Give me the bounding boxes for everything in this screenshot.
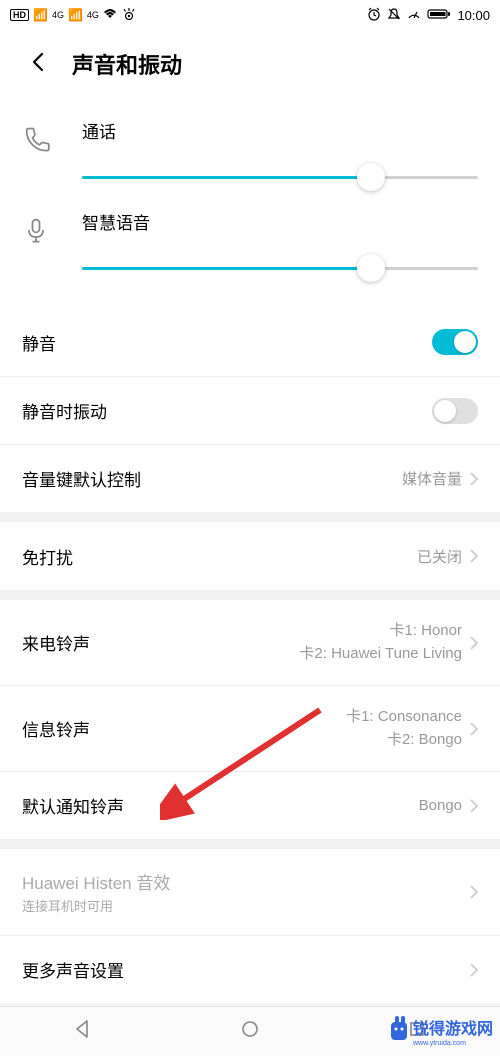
chevron-right-icon <box>470 636 478 650</box>
page-header: 声音和振动 <box>0 30 500 98</box>
call-volume-slider[interactable] <box>82 165 478 189</box>
chevron-right-icon <box>470 963 478 977</box>
svg-text:锐得游戏网: 锐得游戏网 <box>413 1019 493 1038</box>
signal-4g-2: 4G <box>87 10 99 20</box>
nav-home[interactable] <box>210 1009 290 1054</box>
message-ringtone-card1: 卡1: Consonance <box>346 706 462 729</box>
message-ringtone-card2: 卡2: Bongo <box>346 729 462 752</box>
incoming-ringtone-row[interactable]: 来电铃声 卡1: Honor 卡2: Huawei Tune Living <box>0 600 500 685</box>
chevron-right-icon <box>470 799 478 813</box>
eye-icon <box>121 8 137 23</box>
silent-label: 静音 <box>22 330 56 355</box>
vibrate-on-silent-row[interactable]: 静音时振动 <box>0 376 500 444</box>
voice-volume-slider[interactable] <box>82 256 478 280</box>
svg-text:www.ytruida.com: www.ytruida.com <box>412 1040 466 1047</box>
status-bar: HD 📶 4G 📶 4G 10:00 <box>0 0 500 30</box>
histen-row: Huawei Histen 音效 连接耳机时可用 <box>0 849 500 935</box>
more-sound-settings-row[interactable]: 更多声音设置 <box>0 935 500 1003</box>
call-volume-row: 通话 <box>22 108 478 199</box>
alarm-icon <box>367 7 381 24</box>
histen-sub: 连接耳机时可用 <box>22 896 170 915</box>
speedometer-icon <box>407 7 421 24</box>
dnd-value: 已关闭 <box>417 546 462 567</box>
histen-label: Huawei Histen 音效 <box>22 869 170 894</box>
message-ringtone-label: 信息铃声 <box>22 716 90 741</box>
wifi-icon <box>103 8 117 23</box>
incoming-ringtone-card2: 卡2: Huawei Tune Living <box>299 643 462 666</box>
chevron-right-icon <box>470 885 478 899</box>
signal-4g-1: 4G <box>52 10 64 20</box>
call-volume-label: 通话 <box>82 118 478 143</box>
nav-back[interactable] <box>43 1009 123 1054</box>
incoming-ringtone-label: 来电铃声 <box>22 630 90 655</box>
battery-icon <box>427 8 451 23</box>
dnd-label: 免打扰 <box>22 544 73 569</box>
mute-icon <box>387 7 401 24</box>
silent-toggle-row[interactable]: 静音 <box>0 308 500 376</box>
volume-key-control-row[interactable]: 音量键默认控制 媒体音量 <box>0 444 500 512</box>
chevron-right-icon <box>470 472 478 486</box>
voice-volume-row: 智慧语音 <box>22 199 478 290</box>
vibrate-on-silent-label: 静音时振动 <box>22 398 107 423</box>
microphone-icon <box>22 209 58 245</box>
default-notification-value: Bongo <box>419 797 462 814</box>
back-button[interactable] <box>28 49 50 80</box>
sim-icon-1: 📶 <box>33 8 48 22</box>
chevron-right-icon <box>470 549 478 563</box>
silent-toggle[interactable] <box>432 329 478 355</box>
default-notification-row[interactable]: 默认通知铃声 Bongo <box>0 771 500 839</box>
message-ringtone-row[interactable]: 信息铃声 卡1: Consonance 卡2: Bongo <box>0 685 500 771</box>
sim-icon-2: 📶 <box>68 8 83 22</box>
volume-key-label: 音量键默认控制 <box>22 466 141 491</box>
dnd-row[interactable]: 免打扰 已关闭 <box>0 522 500 590</box>
clock-time: 10:00 <box>457 8 490 23</box>
hd-badge: HD <box>10 9 29 21</box>
vibrate-on-silent-toggle[interactable] <box>432 398 478 424</box>
phone-icon <box>22 118 58 154</box>
volume-key-value: 媒体音量 <box>402 468 462 489</box>
chevron-right-icon <box>470 722 478 736</box>
voice-volume-label: 智慧语音 <box>82 209 478 234</box>
more-sound-label: 更多声音设置 <box>22 957 124 982</box>
default-notification-label: 默认通知铃声 <box>22 793 124 818</box>
incoming-ringtone-card1: 卡1: Honor <box>299 620 462 643</box>
page-title: 声音和振动 <box>72 48 182 80</box>
volume-sliders-section: 通话 智慧语音 <box>0 98 500 308</box>
watermark-logo: 锐得游戏网 www.ytruida.com <box>389 1008 499 1053</box>
